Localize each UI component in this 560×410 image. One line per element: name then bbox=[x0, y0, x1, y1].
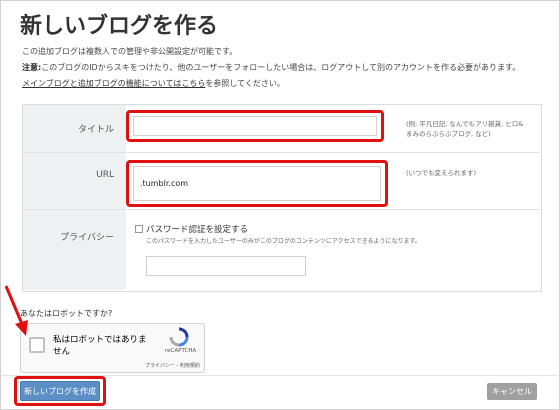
recaptcha-links[interactable]: プライバシー - 利用規約 bbox=[145, 362, 200, 369]
features-link[interactable]: メインブログと追加ブログの機能についてはこちら bbox=[22, 79, 205, 88]
privacy-label: プライバシー bbox=[60, 233, 114, 243]
title-input[interactable] bbox=[133, 116, 377, 136]
title-label: タイトル bbox=[77, 125, 114, 135]
privacy-description: このパスワードを入力したユーザーのみがこのブログのコンテンツにアクセスできるよう… bbox=[146, 238, 421, 245]
recaptcha-logo-icon bbox=[169, 327, 189, 347]
title-hint: (例: 平凡日記, なんでもアリ雑貨, ヒロ&まみのらぶらぶブログ, など) bbox=[406, 120, 524, 138]
page-title: 新しいブログを作る bbox=[20, 14, 219, 39]
recaptcha-widget: 私はロボットではありません reCAPTCHA プライバシー - 利用規約 bbox=[20, 323, 205, 373]
url-input[interactable] bbox=[133, 166, 381, 201]
captcha-checkbox-label: 私はロボットではありません bbox=[53, 335, 147, 357]
create-blog-button[interactable]: 新しいブログを作成 bbox=[20, 381, 100, 401]
url-label: URL bbox=[96, 170, 114, 180]
recaptcha-brand: reCAPTCHA bbox=[165, 348, 197, 354]
intro-line-1: この追加ブログは複数人での管理や非公開設定が可能です。 bbox=[22, 47, 238, 56]
annotation-arrow-icon bbox=[4, 285, 28, 336]
password-input[interactable] bbox=[146, 256, 306, 276]
row-divider bbox=[23, 209, 540, 210]
password-checkbox[interactable] bbox=[135, 225, 143, 233]
url-hint: (いつでも変えられます) bbox=[406, 169, 477, 177]
intro-text: この追加ブログは複数人での管理や非公開設定が可能です。 注意:このブログのIDか… bbox=[22, 44, 520, 92]
intro-note-text: このブログのIDからスキをつけたり、他のユーザーをフォローしたい場合は、ログアウ… bbox=[41, 63, 521, 72]
row-divider bbox=[23, 152, 540, 153]
cancel-button[interactable]: キャンセル bbox=[487, 383, 537, 400]
intro-line-2: 注意:このブログのIDからスキをつけたり、他のユーザーをフォローしたい場合は、ロ… bbox=[22, 60, 520, 76]
intro-line-3-tail: を参照してください。 bbox=[205, 79, 285, 88]
password-checkbox-label: パスワード認証を設定する bbox=[146, 225, 249, 235]
intro-line-3: メインブログと追加ブログの機能についてはこちらを参照してください。 bbox=[22, 76, 520, 92]
intro-note-label: 注意: bbox=[22, 63, 42, 72]
